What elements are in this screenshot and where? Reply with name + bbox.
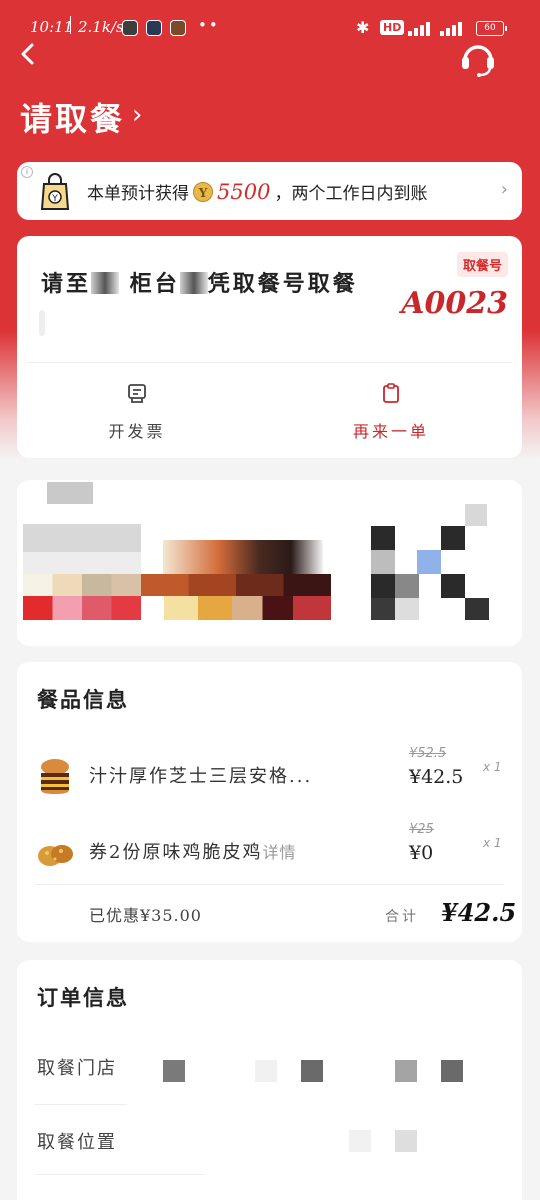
redacted-mosaic xyxy=(163,1060,185,1082)
item-price: ¥42.5 xyxy=(409,766,464,788)
hd-badge: HD xyxy=(380,20,405,35)
pickup-code-badge: 取餐号 xyxy=(456,252,508,277)
points-text-after: ，两个工作日内到账 xyxy=(274,184,428,204)
divider xyxy=(35,1104,127,1105)
redacted-mosaic xyxy=(255,1060,277,1082)
invoice-label: 开发票 xyxy=(108,422,166,441)
list-item[interactable]: 汁汁厚作芝士三层安格... ¥52.5 ¥42.5 x 1 xyxy=(17,746,522,806)
item-original-price: ¥52.5 xyxy=(409,746,447,761)
redacted-mosaic xyxy=(349,1130,371,1152)
clipboard-icon xyxy=(380,382,402,404)
list-item[interactable]: 券2份原味鸡脆皮鸡详情 ¥25 ¥0 x 1 xyxy=(17,822,522,882)
points-amount: 5500 xyxy=(217,179,271,204)
points-text-before: 本单预计获得 xyxy=(87,184,189,204)
divider xyxy=(27,362,512,363)
more-notifications-icon: •• xyxy=(198,16,220,34)
order-info-card: 订单信息 取餐门店 取餐位置 xyxy=(17,960,522,1200)
redacted-mosaic xyxy=(441,1060,463,1082)
order-info-title: 订单信息 xyxy=(37,985,129,1010)
burger-thumbnail xyxy=(35,756,75,796)
divider xyxy=(35,1174,205,1175)
redacted-mosaic xyxy=(179,272,208,294)
battery-icon: 60 xyxy=(476,21,507,36)
fried-chicken-thumbnail xyxy=(35,832,75,872)
pickup-card: 请至 柜台 凭取餐号取餐 取餐号 A0023 开发票 再来一单 xyxy=(17,236,522,458)
pickup-message-part: 柜台 xyxy=(129,271,180,297)
chevron-right-icon[interactable]: › xyxy=(501,179,508,200)
item-name: 券2份原味鸡脆皮鸡详情 xyxy=(89,838,296,864)
discount-amount: 已优惠¥35.00 xyxy=(89,906,202,925)
redacted-mosaic xyxy=(395,1060,417,1082)
status-time: 10:11 xyxy=(30,18,74,36)
status-net-speed: 2.1k/s xyxy=(78,18,124,36)
redacted-mosaic xyxy=(91,272,120,294)
headset-icon[interactable] xyxy=(458,38,498,78)
pickup-message-part: 凭取餐号取餐 xyxy=(207,271,358,297)
reorder-button[interactable]: 再来一单 xyxy=(331,382,451,442)
pickup-location-label: 取餐位置 xyxy=(37,1132,117,1153)
back-icon[interactable] xyxy=(14,40,46,72)
points-banner[interactable]: i Y 本单预计获得 Y 5500 ，两个工作日内到账 › xyxy=(17,162,522,220)
item-price: ¥0 xyxy=(409,842,434,864)
signal-icon xyxy=(408,20,432,36)
pickup-message: 请至 柜台 凭取餐号取餐 xyxy=(41,266,358,298)
item-detail-link[interactable]: 详情 xyxy=(262,843,296,862)
svg-text:Y: Y xyxy=(51,194,58,204)
page-title[interactable]: 请取餐 xyxy=(20,94,125,140)
status-separator xyxy=(70,16,71,34)
total-price: ¥42.5 xyxy=(441,898,517,927)
promo-banner[interactable] xyxy=(17,480,522,646)
divider xyxy=(35,884,504,885)
item-quantity: x 1 xyxy=(483,760,502,774)
coin-icon: Y xyxy=(193,181,213,202)
bluetooth-icon: ✱ xyxy=(356,18,370,37)
info-icon[interactable]: i xyxy=(21,166,33,178)
chevron-right-icon[interactable]: › xyxy=(132,100,142,130)
item-name-text: 券2份原味鸡脆皮鸡 xyxy=(89,842,263,863)
shopping-bag-icon: Y xyxy=(35,172,75,212)
pickup-message-part: 请至 xyxy=(41,271,92,297)
receipt-icon xyxy=(126,382,148,404)
notification-app-icon xyxy=(170,20,186,36)
pickup-store-label: 取餐门店 xyxy=(37,1058,117,1079)
reorder-label: 再来一单 xyxy=(352,422,429,441)
item-quantity: x 1 xyxy=(483,836,502,850)
pickup-code: A0023 xyxy=(401,286,508,321)
item-original-price: ¥25 xyxy=(409,822,434,837)
products-title: 餐品信息 xyxy=(37,687,129,712)
notification-app-icon xyxy=(146,20,162,36)
points-text: 本单预计获得 Y 5500 ，两个工作日内到账 xyxy=(87,179,428,205)
invoice-button[interactable]: 开发票 xyxy=(77,382,197,442)
item-name: 汁汁厚作芝士三层安格... xyxy=(89,766,313,787)
products-card: 餐品信息 汁汁厚作芝士三层安格... ¥52.5 ¥42.5 x 1 券2份原味… xyxy=(17,662,522,942)
notification-app-icon xyxy=(122,20,138,36)
redacted-text xyxy=(39,310,45,336)
total-label: 合计 xyxy=(385,909,419,925)
redacted-mosaic xyxy=(395,1130,417,1152)
redacted-mosaic xyxy=(301,1060,323,1082)
signal-icon xyxy=(440,20,464,36)
